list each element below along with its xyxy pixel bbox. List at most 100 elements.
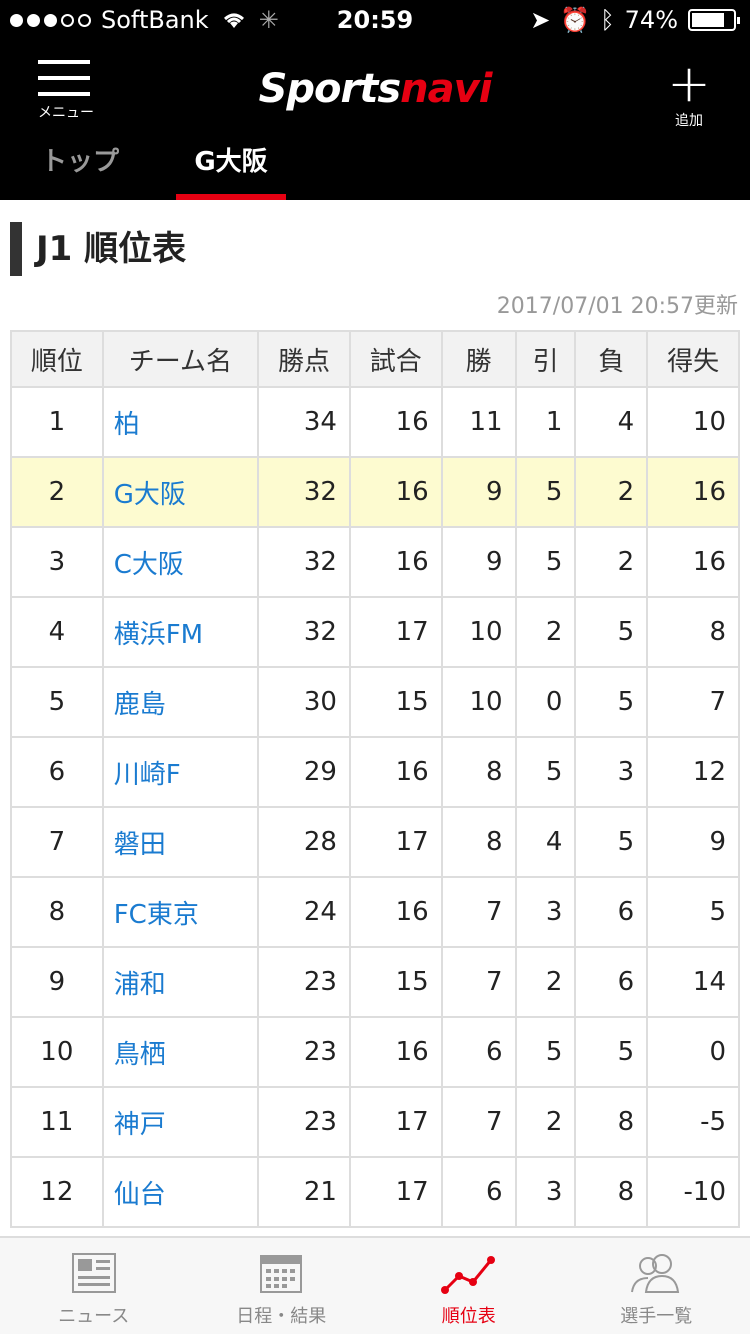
team-link[interactable]: 神戸: [101, 1086, 260, 1158]
drawn-cell: 2: [514, 946, 577, 1018]
drawn-cell: 2: [514, 1086, 577, 1158]
table-row[interactable]: 4 横浜FM 32 17 10 2 5 8: [10, 596, 740, 668]
goal-diff-cell: 10: [646, 386, 740, 458]
team-link[interactable]: G大阪: [101, 456, 260, 528]
goal-diff-cell: 8: [646, 596, 740, 668]
add-button[interactable]: + 追加: [664, 54, 714, 130]
points-cell: 21: [257, 1156, 351, 1228]
rank-cell: 3: [10, 526, 104, 598]
table-row[interactable]: 7 磐田 28 17 8 4 5 9: [10, 806, 740, 878]
table-row[interactable]: 11 神戸 23 17 7 2 8 -5: [10, 1086, 740, 1158]
played-cell: 15: [348, 946, 443, 1018]
team-link[interactable]: 柏: [101, 386, 260, 458]
table-row[interactable]: 3 C大阪 32 16 9 5 2 16: [10, 526, 740, 598]
table-row[interactable]: 12 仙台 21 17 6 3 8 -10: [10, 1156, 740, 1228]
tabbar-schedule-label: 日程・結果: [236, 1306, 327, 1327]
table-row[interactable]: 6 川崎F 29 16 8 5 3 12: [10, 736, 740, 808]
drawn-cell: 2: [514, 596, 577, 668]
table-row[interactable]: 2 G大阪 32 16 9 5 2 16: [10, 456, 740, 528]
won-cell: 8: [440, 806, 517, 878]
table-row[interactable]: 1 柏 34 16 11 1 4 10: [10, 386, 740, 458]
won-cell: 8: [440, 736, 517, 808]
table-row[interactable]: 9 浦和 23 15 7 2 6 14: [10, 946, 740, 1018]
tabbar-players-label: 選手一覧: [620, 1306, 693, 1327]
rank-cell: 5: [10, 666, 104, 738]
points-cell: 34: [257, 386, 351, 458]
chart-icon: [440, 1256, 495, 1294]
played-cell: 16: [348, 526, 443, 598]
lost-cell: 5: [574, 596, 649, 668]
team-link[interactable]: 川崎F: [101, 736, 260, 808]
tab-top[interactable]: トップ: [30, 136, 130, 200]
header-drawn: 引: [514, 330, 577, 388]
goal-diff-cell: 7: [646, 666, 740, 738]
app-header: メニュー Sportsnavi + 追加: [0, 40, 750, 136]
rank-cell: 11: [10, 1086, 104, 1158]
team-link[interactable]: 仙台: [101, 1156, 260, 1228]
plus-icon: +: [667, 54, 711, 114]
played-cell: 16: [348, 1016, 443, 1088]
news-icon: [71, 1253, 116, 1293]
lost-cell: 5: [574, 806, 649, 878]
team-link[interactable]: 鳥栖: [101, 1016, 260, 1088]
rank-cell: 6: [10, 736, 104, 808]
lost-cell: 5: [574, 666, 649, 738]
tabbar-standings[interactable]: 順位表: [375, 1238, 563, 1334]
lost-cell: 6: [574, 946, 649, 1018]
header-goal-diff: 得失: [646, 330, 740, 388]
team-link[interactable]: 浦和: [101, 946, 260, 1018]
points-cell: 30: [257, 666, 351, 738]
won-cell: 7: [440, 946, 517, 1018]
calendar-icon: [260, 1255, 303, 1293]
rank-cell: 4: [10, 596, 104, 668]
points-cell: 32: [257, 456, 351, 528]
team-link[interactable]: FC東京: [101, 876, 260, 948]
team-link[interactable]: 磐田: [101, 806, 260, 878]
bottom-tab-bar: ニュース 日程・結果 順位表 選手一覧: [0, 1236, 750, 1334]
updated-timestamp: 2017/07/01 20:57更新: [496, 294, 738, 319]
won-cell: 6: [440, 1016, 517, 1088]
points-cell: 28: [257, 806, 351, 878]
team-link[interactable]: 横浜FM: [101, 596, 260, 668]
team-link[interactable]: C大阪: [101, 526, 260, 598]
header-points: 勝点: [257, 330, 351, 388]
drawn-cell: 3: [514, 1156, 577, 1228]
points-cell: 29: [257, 736, 351, 808]
won-cell: 7: [440, 1086, 517, 1158]
sportsnavi-logo: Sportsnavi: [258, 66, 493, 112]
battery-icon: [688, 9, 740, 31]
team-tabs: トップ G大阪: [0, 136, 750, 200]
tabbar-schedule[interactable]: 日程・結果: [188, 1238, 376, 1334]
table-row[interactable]: 10 鳥栖 23 16 6 5 5 0: [10, 1016, 740, 1088]
played-cell: 16: [348, 386, 443, 458]
lost-cell: 8: [574, 1086, 649, 1158]
table-row[interactable]: 5 鹿島 30 15 10 0 5 7: [10, 666, 740, 738]
tabbar-players[interactable]: 選手一覧: [563, 1238, 750, 1334]
drawn-cell: 5: [514, 736, 577, 808]
tabbar-news[interactable]: ニュース: [0, 1238, 188, 1334]
table-header-row: 順位 チーム名 勝点 試合 勝 引 負 得失: [10, 330, 740, 388]
table-row[interactable]: 8 FC東京 24 16 7 3 6 5: [10, 876, 740, 948]
header-team: チーム名: [101, 330, 260, 388]
rank-cell: 10: [10, 1016, 104, 1088]
goal-diff-cell: 9: [646, 806, 740, 878]
goal-diff-cell: 12: [646, 736, 740, 808]
status-bar: SoftBank ✳ 20:59 ➤ ⏰ ᛒ 74%: [0, 0, 750, 40]
rank-cell: 9: [10, 946, 104, 1018]
rank-cell: 1: [10, 386, 104, 458]
lost-cell: 2: [574, 456, 649, 528]
lost-cell: 5: [574, 1016, 649, 1088]
goal-diff-cell: -10: [646, 1156, 740, 1228]
team-link[interactable]: 鹿島: [101, 666, 260, 738]
header-rank: 順位: [10, 330, 104, 388]
played-cell: 16: [348, 736, 443, 808]
played-cell: 17: [348, 806, 443, 878]
tab-g-osaka[interactable]: G大阪: [176, 136, 286, 200]
alarm-icon: ⏰: [560, 6, 591, 34]
points-cell: 32: [257, 526, 351, 598]
goal-diff-cell: 5: [646, 876, 740, 948]
rank-cell: 12: [10, 1156, 104, 1228]
drawn-cell: 1: [514, 386, 577, 458]
header-won: 勝: [440, 330, 517, 388]
location-icon: ➤: [530, 6, 551, 34]
